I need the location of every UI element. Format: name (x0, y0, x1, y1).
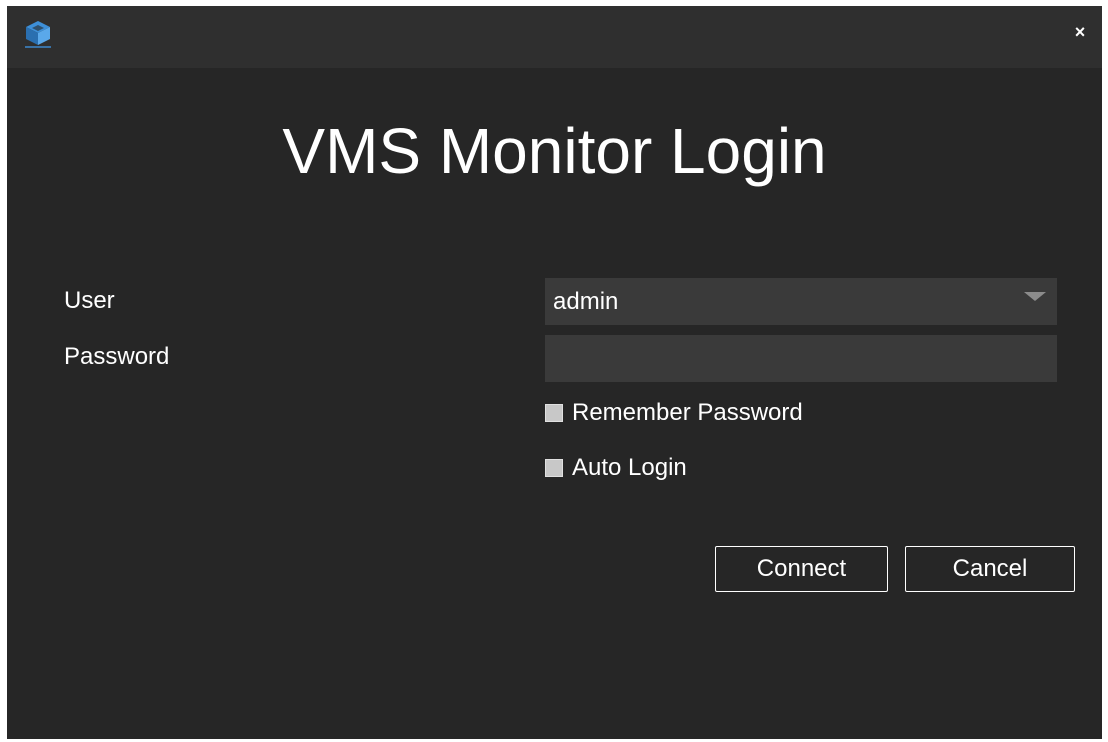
remember-password-checkbox-row[interactable]: Remember Password (545, 398, 803, 428)
auto-login-checkbox-row[interactable]: Auto Login (545, 453, 687, 483)
password-field[interactable] (545, 335, 1057, 382)
title-bar: × (7, 6, 1102, 68)
page-title: VMS Monitor Login (282, 115, 827, 187)
auto-login-checkbox[interactable] (545, 459, 563, 477)
remember-password-checkbox[interactable] (545, 404, 563, 422)
connect-button[interactable]: Connect (715, 546, 888, 592)
user-select-value: admin (553, 288, 619, 315)
auto-login-label[interactable]: Auto Login (572, 453, 687, 483)
cancel-button[interactable]: Cancel (905, 546, 1075, 592)
user-label: User (64, 287, 115, 314)
password-label: Password (64, 343, 170, 370)
login-window: × VMS Monitor Login User admin Password … (7, 6, 1102, 739)
chevron-down-icon[interactable] (1024, 292, 1046, 301)
user-select[interactable]: admin (545, 278, 1057, 325)
heropspeed-logo-icon (22, 18, 54, 50)
close-button[interactable]: × (1070, 22, 1090, 42)
password-input[interactable] (545, 335, 1057, 382)
remember-password-label[interactable]: Remember Password (572, 398, 803, 428)
